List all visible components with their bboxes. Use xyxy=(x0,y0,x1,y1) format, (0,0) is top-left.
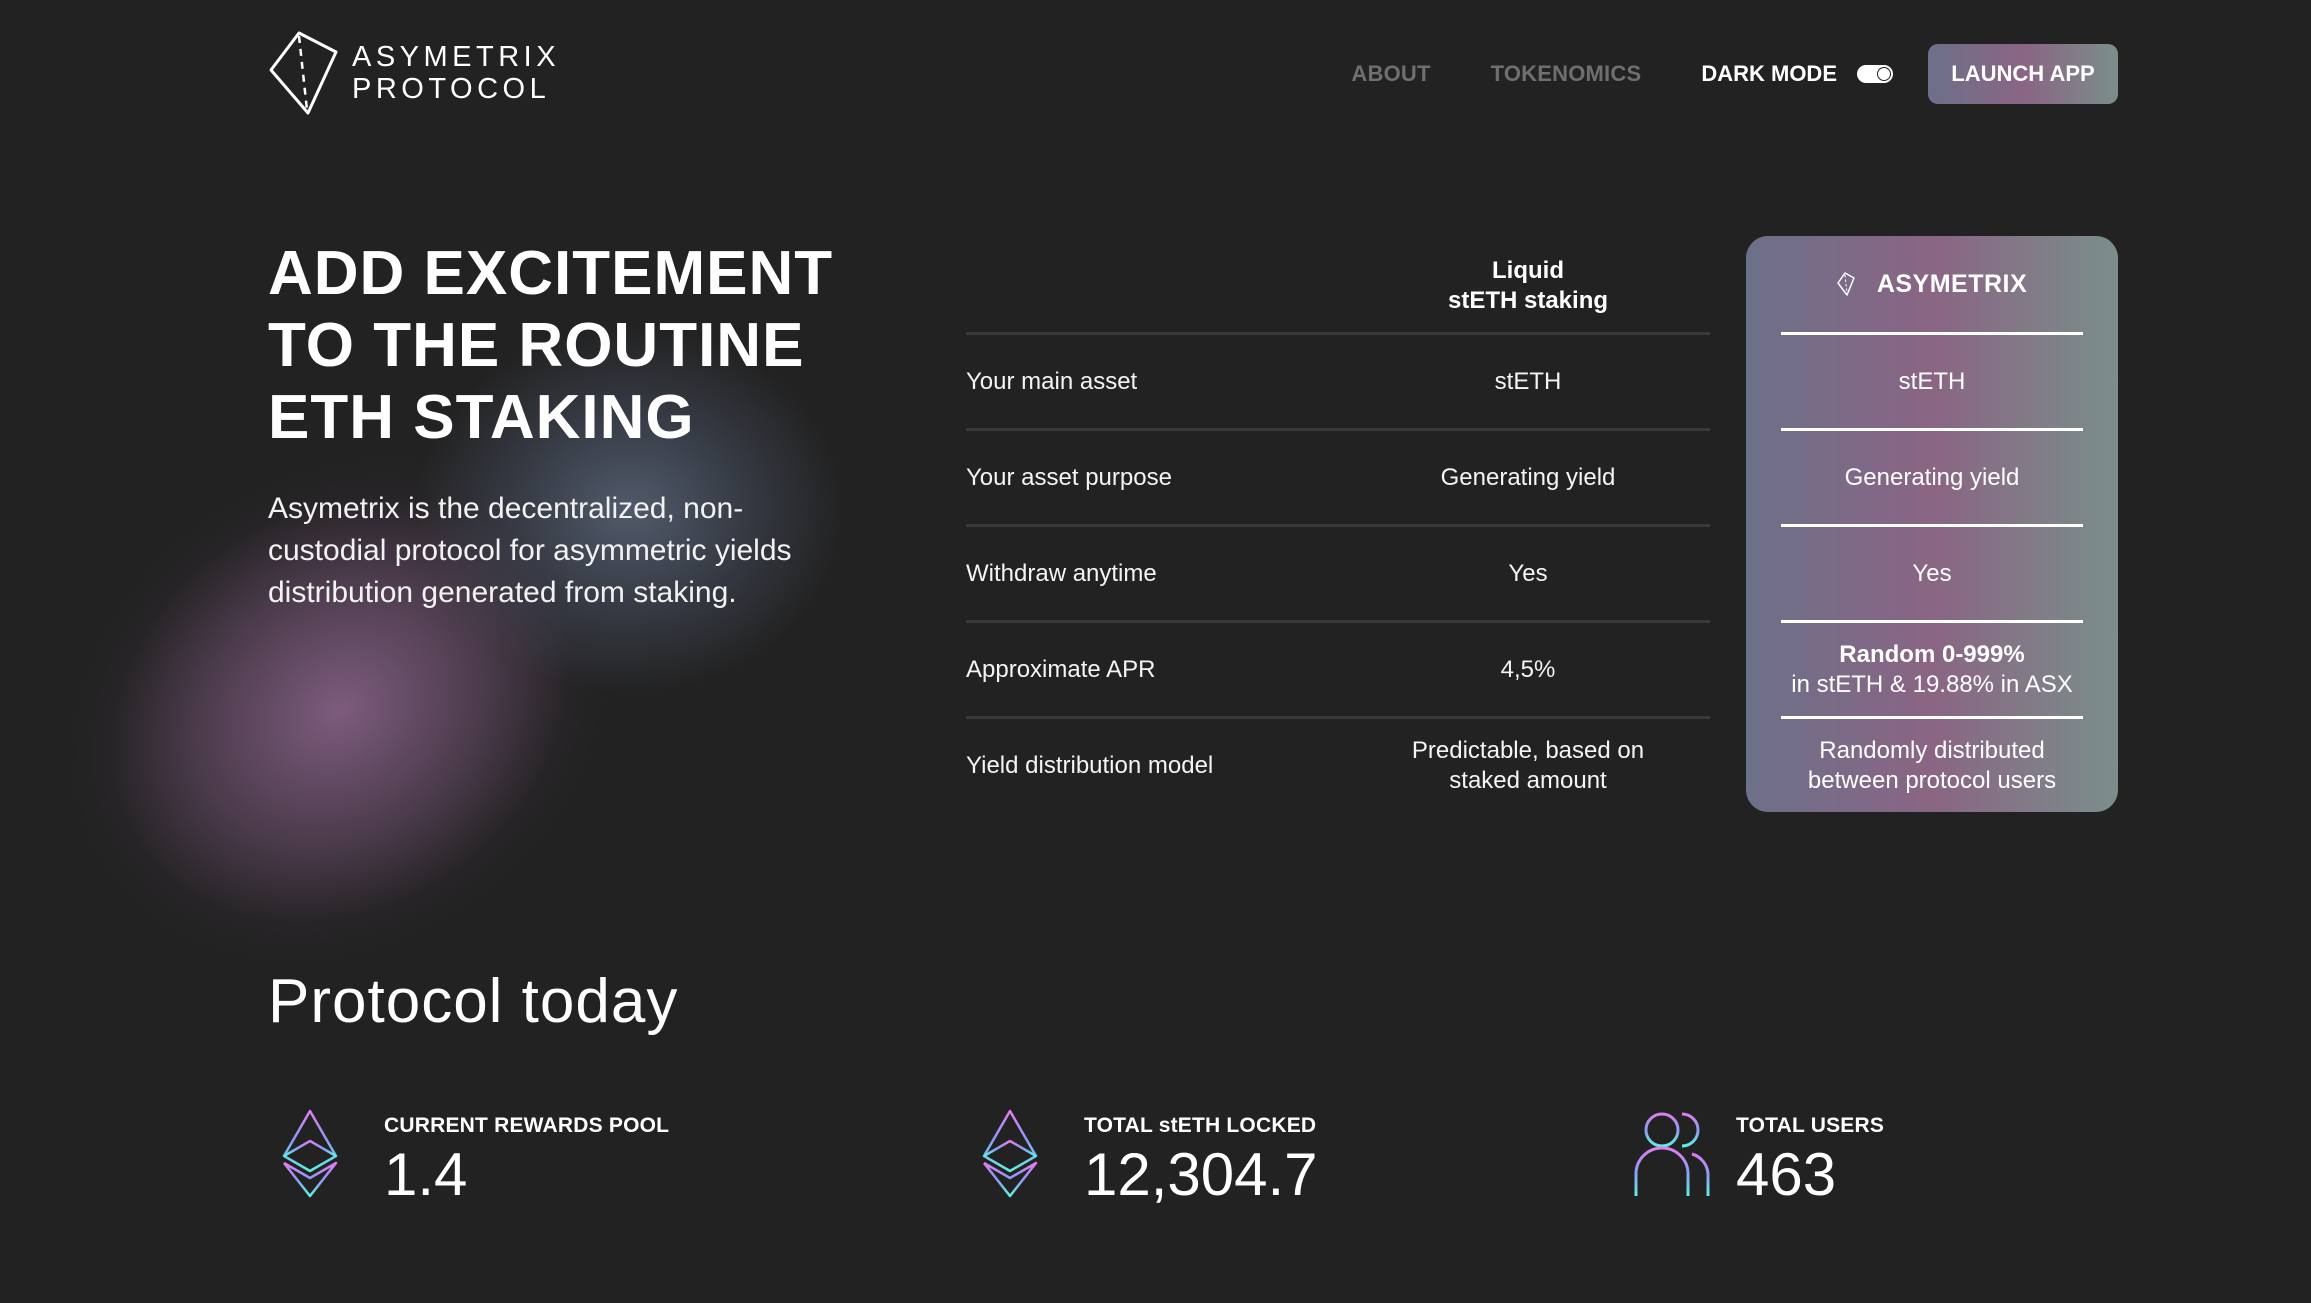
asymetrix-value: Yes xyxy=(1912,559,1952,587)
table-header: Liquid stETH staking xyxy=(966,236,1710,332)
kite-diamond-icon xyxy=(269,31,338,115)
description-line: Asymetrix is the decentralized, non- xyxy=(268,492,744,525)
logo[interactable]: ASYMETRIX PROTOCOL xyxy=(268,30,560,116)
value-line: staked amount xyxy=(1449,766,1607,794)
ethereum-icon xyxy=(982,1109,1038,1198)
card-header: ASYMETRIX xyxy=(1746,236,2118,332)
asymetrix-value: stETH xyxy=(1898,367,1966,395)
card-row: stETH xyxy=(1746,335,2118,428)
card-title: ASYMETRIX xyxy=(1876,269,2028,298)
liquid-value: 4,5% xyxy=(1500,655,1556,683)
logo-line2: PROTOCOL xyxy=(352,73,551,105)
stat-value: 463 xyxy=(1736,1141,1837,1208)
logo-line1: ASYMETRIX xyxy=(352,41,561,73)
stat-total-users: TOTAL USERS 463 xyxy=(1632,1108,1884,1206)
table-row: Yield distribution model Predictable, ba… xyxy=(966,719,1710,812)
card-row: Yes xyxy=(1746,527,2118,620)
liquid-value: Predictable, based on staked amount xyxy=(1346,736,1710,796)
table-row: Your main asset stETH xyxy=(966,335,1710,428)
description-line: distribution generated from staking. xyxy=(268,576,737,609)
hero-description: Asymetrix is the decentralized, non- cus… xyxy=(268,488,868,614)
asymetrix-apr-highlight: Random 0-999% xyxy=(1839,640,2025,668)
table-row: Your asset purpose Generating yield xyxy=(966,431,1710,524)
row-label: Your asset purpose xyxy=(966,463,1172,491)
headline-line: ADD EXCITEMENT xyxy=(268,239,834,308)
column-title-line: Liquid xyxy=(1492,257,1564,284)
stat-label: TOTAL USERS xyxy=(1736,1114,1885,1137)
liquid-value: Generating yield xyxy=(1440,463,1616,491)
value-line: Predictable, based on xyxy=(1411,736,1645,764)
headline-line: TO THE ROUTINE xyxy=(268,311,805,380)
protocol-today-title: Protocol today xyxy=(268,967,679,1036)
kite-diamond-icon xyxy=(1837,272,1855,296)
stat-label: CURRENT REWARDS POOL xyxy=(384,1114,670,1137)
card-row: Generating yield xyxy=(1746,431,2118,524)
launch-app-button[interactable]: LAUNCH APP xyxy=(1928,44,2118,104)
card-row: Random 0-999% in stETH & 19.88% in ASX xyxy=(1746,623,2118,716)
stat-value: 12,304.7 xyxy=(1084,1141,1318,1208)
stat-value: 1.4 xyxy=(384,1141,468,1208)
card-row: Randomly distributed between protocol us… xyxy=(1746,719,2118,812)
stat-label: TOTAL stETH LOCKED xyxy=(1084,1114,1317,1137)
users-icon xyxy=(1634,1112,1710,1196)
description-line: custodial protocol for asymmetric yields xyxy=(268,534,792,567)
liquid-value: stETH xyxy=(1494,367,1562,395)
liquid-value: Yes xyxy=(1508,559,1548,587)
top-nav: ABOUT TOKENOMICS DARK MODE LAUNCH APP xyxy=(1351,44,2118,104)
row-label: Withdraw anytime xyxy=(966,559,1157,587)
asymetrix-card: ASYMETRIX stETH Generating yield Yes Ran… xyxy=(1746,236,2118,812)
nav-about[interactable]: ABOUT xyxy=(1351,61,1430,87)
table-row: Withdraw anytime Yes xyxy=(966,527,1710,620)
table-row: Approximate APR 4,5% xyxy=(966,623,1710,716)
row-label: Your main asset xyxy=(966,367,1138,395)
logo-text: ASYMETRIX PROTOCOL xyxy=(352,41,560,105)
ethereum-icon xyxy=(282,1109,338,1198)
nav-tokenomics[interactable]: TOKENOMICS xyxy=(1491,61,1642,87)
headline-line: ETH STAKING xyxy=(268,383,695,452)
dark-mode-toggle[interactable] xyxy=(1857,65,1893,83)
background-glow-purple xyxy=(0,360,702,1060)
toggle-knob xyxy=(1878,68,1890,80)
comparison-table: Liquid stETH staking Your main asset stE… xyxy=(966,236,2118,812)
asymetrix-value: between protocol users xyxy=(1807,766,2057,794)
hero-headline: ADD EXCITEMENT TO THE ROUTINE ETH STAKIN… xyxy=(268,238,833,454)
dark-mode-label: DARK MODE xyxy=(1701,61,1837,86)
asymetrix-value: Generating yield xyxy=(1844,463,2020,491)
row-label: Yield distribution model xyxy=(966,751,1214,779)
liquid-staking-column-title: Liquid stETH staking xyxy=(1346,256,1710,316)
liquid-staking-table: Liquid stETH staking Your main asset stE… xyxy=(966,236,1710,812)
asymetrix-value: Randomly distributed xyxy=(1819,736,2045,764)
row-label: Approximate APR xyxy=(966,655,1156,683)
asymetrix-value: in stETH & 19.88% in ASX xyxy=(1791,670,2073,698)
stat-current-rewards-pool: CURRENT REWARDS POOL 1.4 xyxy=(280,1108,669,1206)
stat-total-steth-locked: TOTAL stETH LOCKED 12,304.7 xyxy=(980,1108,1318,1206)
column-title-line: stETH staking xyxy=(1447,287,1609,314)
